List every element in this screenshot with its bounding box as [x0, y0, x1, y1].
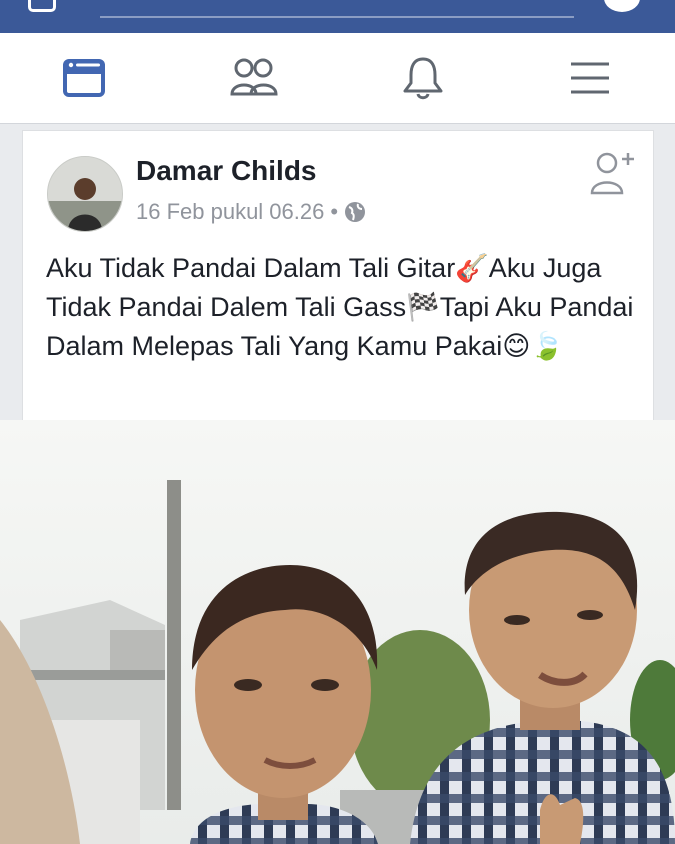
tab-news-feed[interactable] [44, 43, 124, 113]
tab-notifications[interactable] [383, 43, 463, 113]
post-meta: 16 Feb pukul 06.26 • [136, 199, 366, 225]
post-author[interactable]: Damar Childs [136, 155, 317, 187]
messenger-icon[interactable] [604, 0, 640, 12]
bell-icon [403, 57, 443, 100]
add-friend-icon[interactable] [589, 149, 639, 199]
navigation-bar [0, 33, 675, 124]
avatar[interactable] [47, 156, 123, 232]
globe-icon [345, 202, 366, 222]
hamburger-icon [571, 62, 609, 94]
camera-icon[interactable] [28, 0, 56, 12]
post-text: Aku Tidak Pandai Dalam Tali Gitar🎸Aku Ju… [46, 253, 634, 361]
tab-friends[interactable] [214, 43, 294, 113]
newsfeed-icon [63, 59, 105, 97]
top-bar [0, 0, 675, 33]
meta-separator: • [330, 199, 339, 224]
post-photo[interactable] [0, 420, 675, 844]
friends-icon [230, 58, 278, 96]
post-timestamp[interactable]: 16 Feb pukul 06.26 [136, 199, 324, 225]
post-card: Damar Childs 16 Feb pukul 06.26 • Aku Ti… [22, 130, 654, 431]
search-input[interactable] [100, 0, 574, 18]
tab-menu[interactable] [550, 43, 630, 113]
selfie-image [0, 420, 675, 844]
